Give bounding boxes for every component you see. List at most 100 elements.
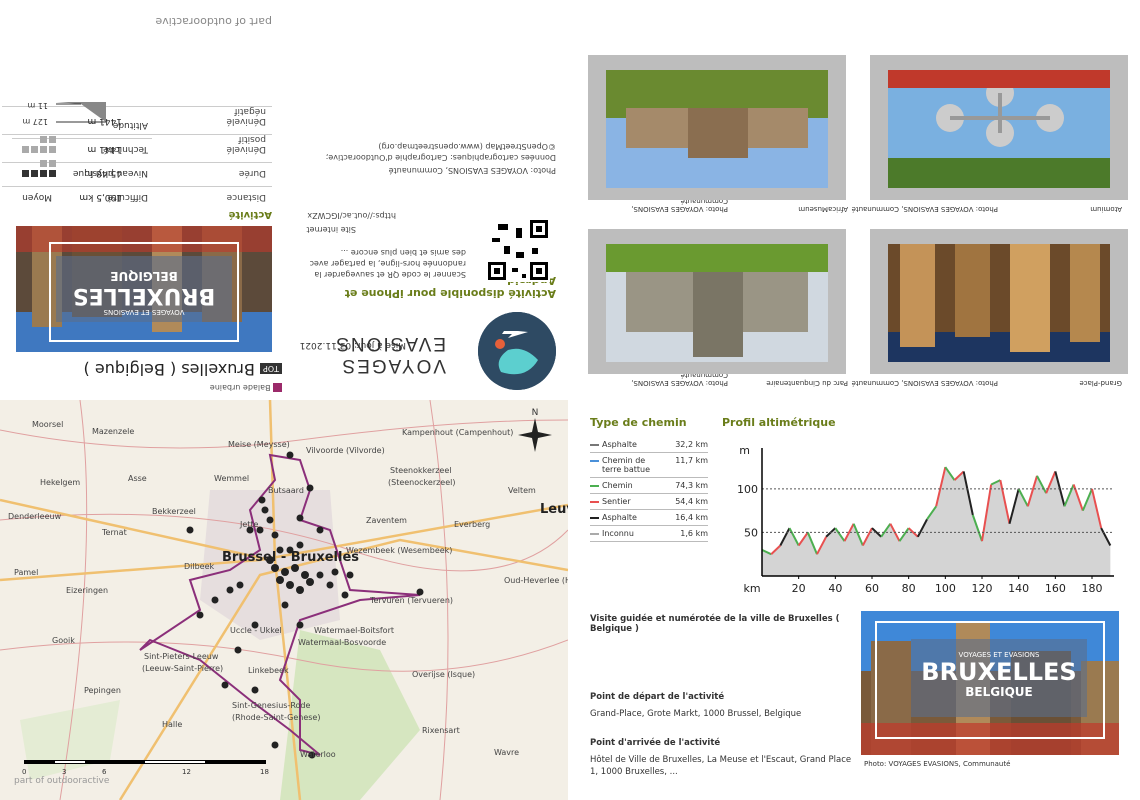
difficulty-row: Difficulté Moyen [12,186,152,206]
map-label: Ternat [102,528,127,537]
x-tick-label: 20 [792,582,806,595]
map-label: Jette [240,520,259,529]
trail-type-name: Chemin de terre battue [590,452,672,478]
cartography-credit: Données cartographiques: Cartographie d'… [325,142,556,162]
map-label: Watermael-Boitsfort [314,626,394,635]
updated-date: Mise à jour: 03.11.2021 [299,340,406,350]
map-label: Everberg [454,520,491,529]
technicity-row: Technicité [12,136,152,158]
trail-types: Type de chemin Asphalte 32,2 km Chemin de … [590,416,715,542]
trail-type-name: Inconnu [590,525,672,542]
scale-tick: 12 [182,768,191,776]
y-tick-label: 100 [737,483,758,496]
altitude-row: Altitude 127 m 11 m [12,94,152,134]
stat-label: Distance [226,192,266,202]
trail-type-row: Asphalte 32,2 km [590,437,708,453]
map-label: Uccle - Ukkel [230,626,282,635]
trail-type-row: Inconnu 1,6 km [590,525,708,542]
end-point-title: Point d'arrivée de l'activité [590,738,721,748]
qr-code-icon[interactable] [486,218,550,282]
altitude-mini-chart [56,102,106,123]
x-tick-label: 60 [865,582,879,595]
trail-type-km: 16,4 km [671,509,708,526]
cover-subtitle: BELGIQUE [110,269,178,283]
physical-row: Niveau physique [12,160,152,182]
map-label: Eizeringen [66,586,109,595]
trail-type-swatch [590,459,599,462]
technicity-level-dots [12,133,56,153]
site-label: Site internet [306,225,356,234]
activity-heading: Activité [228,209,272,220]
trail-type-row: Sentier 54,4 km [590,493,708,510]
scale-tick: 6 [102,768,107,776]
map-label: Butsaard [268,486,304,495]
route-map[interactable]: N Moorsel Mazenzele Meise (Meysse) Vilvo… [0,400,568,800]
map-label: Moorsel [32,420,64,429]
trail-type-row: Chemin de terre battue 11,7 km [590,452,708,478]
map-label: Pamel [14,568,39,577]
trail-type-swatch [590,516,599,519]
photo-atomium [870,55,1128,200]
stat-label: Dénivelé négatif [226,106,266,126]
map-label: Wemmel [214,474,250,483]
map-watermark: part of outdooractive [14,776,110,786]
stat-label: Altitude [112,120,148,130]
trail-type-name: Asphalte [590,509,672,526]
scale-bar-track [24,760,266,764]
photo-grand-place [870,229,1128,374]
trail-type-label: Asphalte [602,513,637,522]
trail-type-name: Asphalte [590,437,672,453]
x-tick-label: 80 [902,582,916,595]
trail-type-km: 54,4 km [671,493,708,510]
end-point: Hôtel de Ville de Bruxelles, La Meuse et… [590,755,852,777]
map-label: Veltem [508,486,536,495]
start-point: Grand-Place, Grote Markt, 1000 Brussel, … [590,709,802,719]
map-label: Overijse (Isque) [412,670,476,679]
difficulty-stats: Difficulté Moyen Niveau physique Technic… [12,86,152,206]
brand-logo-icon [478,312,556,390]
app-description: Scanner le code QR et sauvegarder la ran… [309,248,466,279]
map-label: Waterloo [300,750,336,759]
cover-credit: Photo: VOYAGES EVASIONS, Communauté [864,760,1011,768]
cover-tag: VOYAGES ET EVASIONS [103,308,185,316]
photo-africamuseum [588,55,846,200]
trail-type-swatch [590,443,599,446]
scale-tick: 3 [62,768,67,776]
y-tick-label: 50 [744,526,758,539]
photo-credit: Photo: VOYAGES EVASIONS, Communauté [851,379,998,387]
trail-type-km: 32,2 km [671,437,708,453]
activity-title: Bruxelles ( Belgique ) [83,360,255,379]
map-label: Halle [162,720,183,729]
map-label: Steenokkerzeel [390,466,452,475]
map-label: Vilvoorde (Vilvorde) [306,446,385,455]
photo-credit: Photo: VOYAGES EVASIONS, Communauté [388,166,556,175]
title-block: Balade urbaine TOP Bruxelles ( Belgique … [12,360,282,392]
trail-type-label: Asphalte [602,440,637,449]
trail-type-row: Asphalte 16,4 km [590,509,708,526]
stat-label: Niveau physique [72,168,148,178]
elevation-chart: 50 100 m km 20 40 60 80 100 120 140 160 180 [737,444,1114,595]
cinquantenaire-image [606,244,828,362]
trail-type-label: Sentier [602,497,631,506]
stat-value: Moyen [22,192,52,202]
y-axis-label: m [739,444,750,457]
map-label: Rixensart [422,726,460,735]
trail-type-km: 11,7 km [671,452,708,478]
hiking-icon [273,383,282,392]
site-link[interactable]: https://out.ac/IGCWZx [307,211,396,220]
activity-description: Visite guidée et numérotée de la ville d… [590,614,840,634]
map-label: Meise (Meysse) [228,440,290,449]
photo-title-africamuseum: AfricaMuseum [798,205,848,213]
trail-types-table: Asphalte 32,2 km Chemin de terre battue 11,… [590,437,708,542]
north-label: N [531,408,539,418]
map-label: Mazenzele [92,427,135,436]
x-tick-label: 120 [972,582,993,595]
details-block: Visite guidée et numérotée de la ville d… [590,614,855,778]
outdooractive-link[interactable]: part of outdooractive [155,15,272,28]
map-label: Kampenhout (Campenhout) [402,428,514,437]
stat-label: Technicité [103,144,148,154]
map-label: Bekkerzeel [152,507,196,516]
map-label: Tervuren (Tervueren) [370,596,454,605]
map-label: Asse [128,474,147,483]
map-label: Watermaal-Bosvoorde [298,638,387,647]
